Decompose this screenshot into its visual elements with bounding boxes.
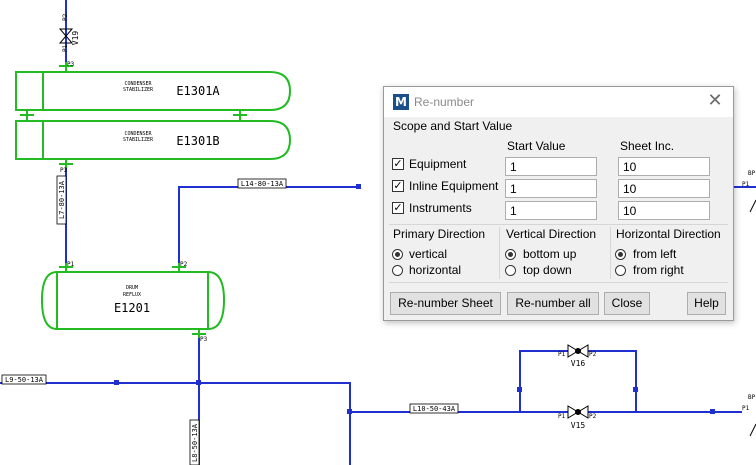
svg-text:P2: P2 <box>180 261 188 268</box>
vessel-e1201-service1: DRUM <box>126 285 138 291</box>
renumber-dialog: M Re-number ✕ Scope and Start Value Star… <box>383 86 734 321</box>
help-button[interactable]: Help <box>687 292 726 315</box>
line-label-l10: L10-50-43A <box>413 405 456 413</box>
instruments-label: Instruments <box>409 201 472 215</box>
separator <box>389 282 728 283</box>
horizontal-direction-title: Horizontal Direction <box>616 227 721 241</box>
equipment-label: Equipment <box>409 157 467 171</box>
equipment-sheet-input[interactable] <box>618 157 710 176</box>
start-value-header: Start Value <box>507 139 566 153</box>
line-label-l8: L8-50-13A <box>191 423 199 462</box>
svg-text:BP: BP <box>748 170 756 177</box>
primary-vertical-label: vertical <box>409 247 448 261</box>
svg-text:P3: P3 <box>200 336 208 343</box>
svg-text:P1: P1 <box>67 261 75 268</box>
svg-text:P1: P1 <box>558 351 566 358</box>
vertical-direction-title: Vertical Direction <box>506 227 597 241</box>
svg-text:P1: P1 <box>558 413 566 420</box>
svg-text:P2: P2 <box>62 13 69 21</box>
svg-text:P2: P2 <box>589 413 597 420</box>
instruments-checkbox[interactable]: ✓ <box>392 202 404 214</box>
inline-equipment-checkbox[interactable]: ✓ <box>392 180 404 192</box>
app-logo-icon: M <box>393 94 409 110</box>
renumber-all-button[interactable]: Re-number all <box>507 292 599 315</box>
valve-v19-label: V19 <box>71 31 80 46</box>
equipment-checkbox[interactable]: ✓ <box>392 158 404 170</box>
svg-text:P3: P3 <box>60 167 68 174</box>
svg-text:P2: P2 <box>589 351 597 358</box>
valve-v15-symbol <box>567 405 589 419</box>
line-label-l9: L9-50-13A <box>5 376 44 384</box>
svg-text:BP: BP <box>748 394 756 401</box>
vessel-e1201-tag: E1201 <box>114 301 150 315</box>
instruments-start-input[interactable] <box>505 201 597 220</box>
valve-v16-label: V16 <box>571 359 586 368</box>
svg-text:P1: P1 <box>742 405 750 412</box>
close-button[interactable]: Close <box>604 292 650 315</box>
horizontal-from-left-radio[interactable] <box>615 249 626 260</box>
inline-equipment-sheet-input[interactable] <box>618 179 710 198</box>
svg-text:P1: P1 <box>62 44 69 52</box>
vessel-e1301a-service2: STABILIZER <box>123 87 154 93</box>
scope-section-title: Scope and Start Value <box>393 119 513 133</box>
horizontal-from-left-label: from left <box>633 247 677 261</box>
line-label-l7: L7-80-13A <box>58 180 66 219</box>
svg-text:P1: P1 <box>742 181 750 188</box>
close-icon[interactable]: ✕ <box>705 91 725 111</box>
vessel-e1301b-service2: STABILIZER <box>123 137 154 143</box>
vertical-bottom-up-radio[interactable] <box>505 249 516 260</box>
horizontal-from-right-label: from right <box>633 263 684 277</box>
separator <box>389 224 728 225</box>
vessel-e1301a-tag: E1301A <box>176 84 220 98</box>
vessel-e1301b-tag: E1301B <box>176 134 219 148</box>
valve-v16-symbol <box>567 344 589 358</box>
renumber-sheet-button[interactable]: Re-number Sheet <box>390 292 501 315</box>
separator <box>610 227 611 279</box>
primary-horizontal-label: horizontal <box>409 263 462 277</box>
inline-equipment-label: Inline Equipment <box>409 179 499 193</box>
sheet-inc-header: Sheet Inc. <box>620 139 675 153</box>
horizontal-from-right-radio[interactable] <box>615 265 626 276</box>
vertical-top-down-radio[interactable] <box>505 265 516 276</box>
svg-text:P3: P3 <box>67 61 75 68</box>
valve-v15-label: V15 <box>571 421 586 430</box>
equipment-start-input[interactable] <box>505 157 597 176</box>
dialog-titlebar[interactable]: M Re-number ✕ <box>384 87 733 117</box>
instruments-sheet-input[interactable] <box>618 201 710 220</box>
primary-horizontal-radio[interactable] <box>392 265 403 276</box>
dialog-title: Re-number <box>414 95 475 109</box>
separator <box>499 227 500 279</box>
inline-equipment-start-input[interactable] <box>505 179 597 198</box>
vertical-bottom-up-label: bottom up <box>523 247 577 261</box>
primary-vertical-radio[interactable] <box>392 249 403 260</box>
vertical-top-down-label: top down <box>523 263 572 277</box>
vessel-e1201-service2: REFLUX <box>123 292 141 298</box>
primary-direction-title: Primary Direction <box>393 227 486 241</box>
line-label-l14: L14-80-13A <box>241 180 284 188</box>
